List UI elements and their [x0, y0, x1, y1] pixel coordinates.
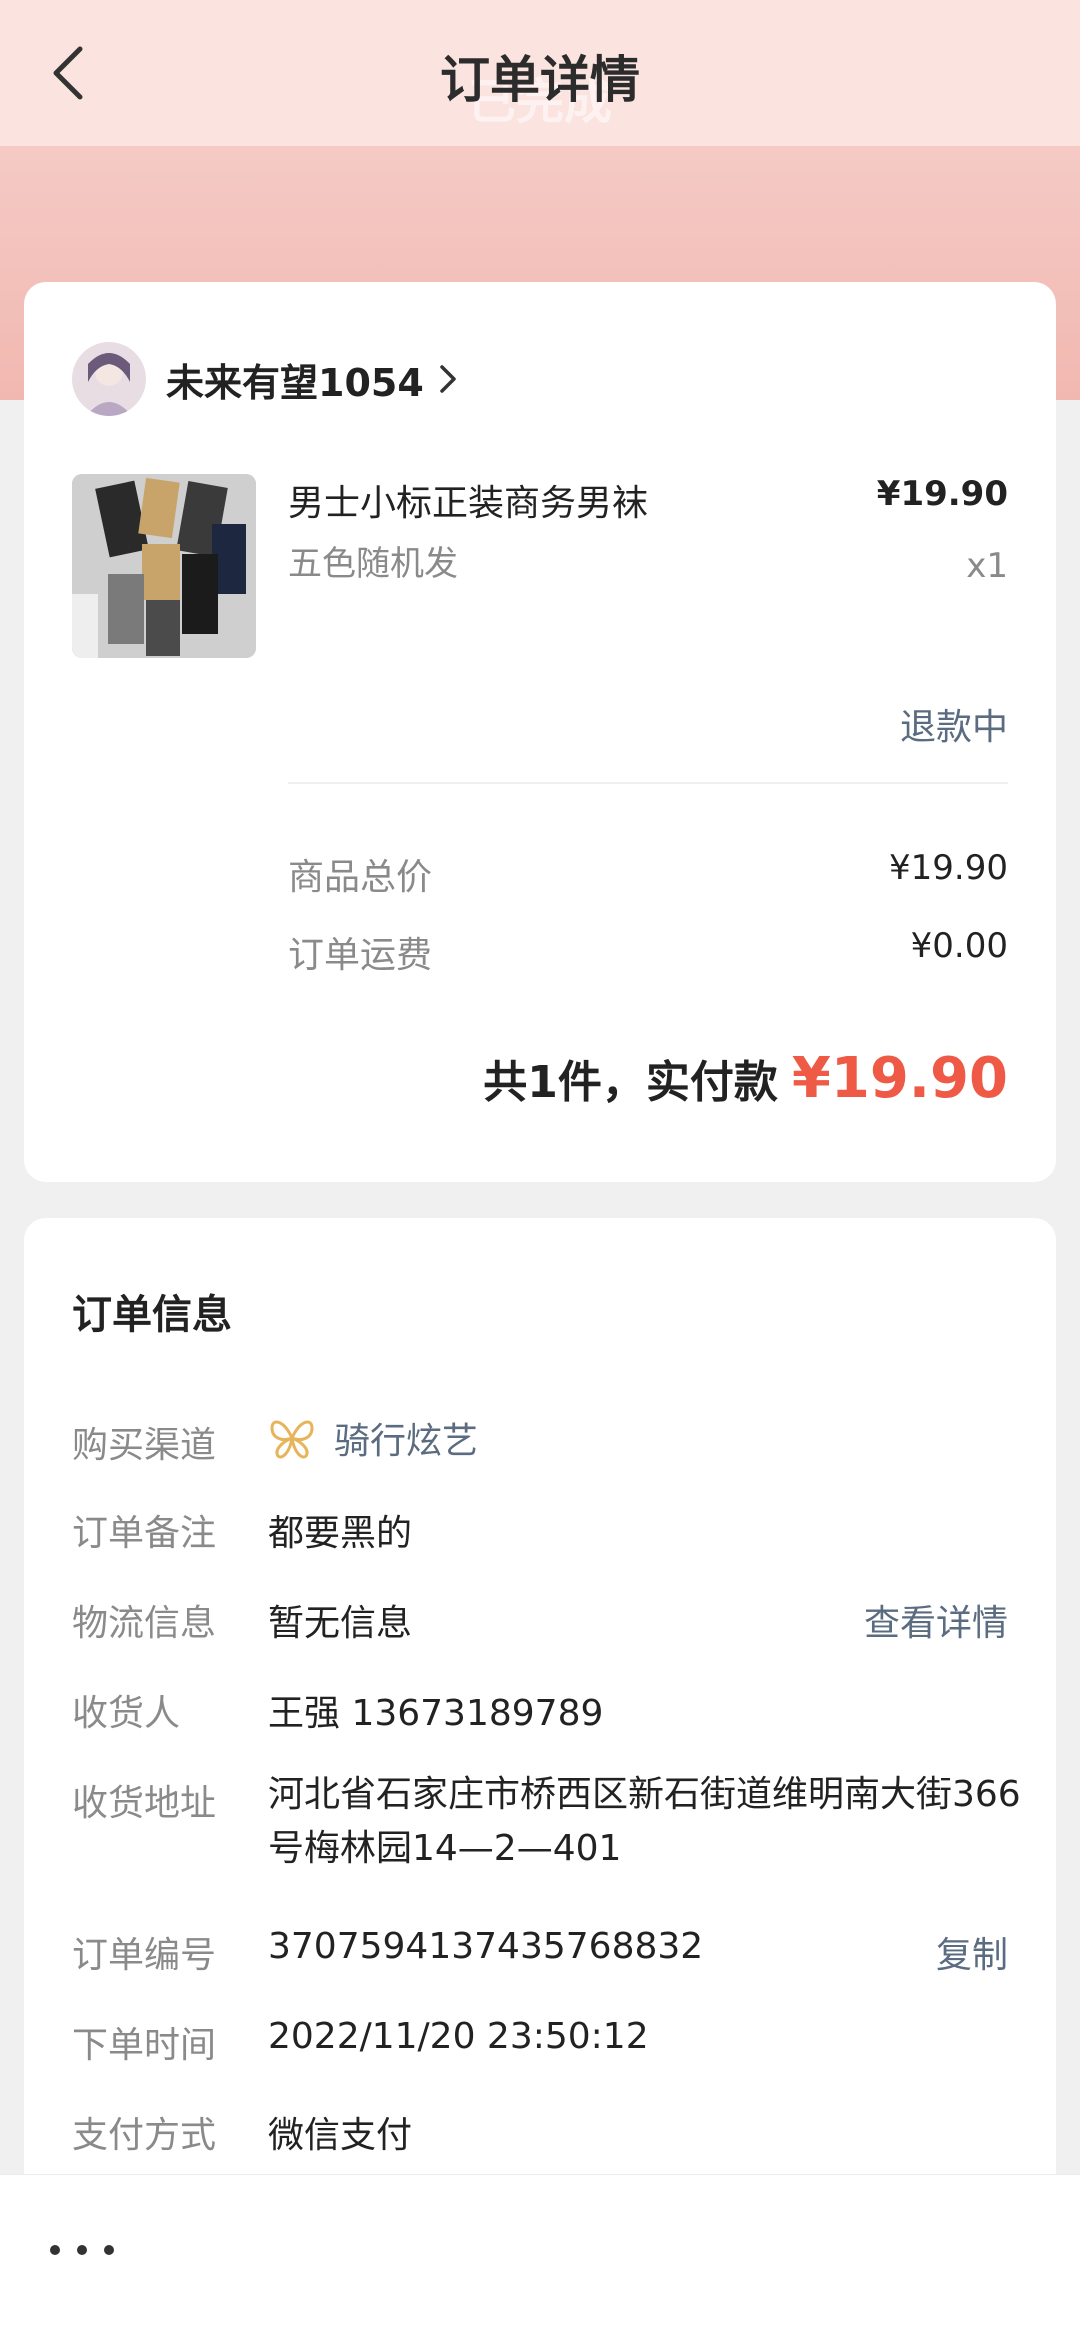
butterfly-logo-icon [270, 1420, 314, 1459]
view-logistics-link[interactable]: 查看详情 [864, 1594, 1008, 1646]
logistics-label: 物流信息 [72, 1603, 217, 1644]
more-dots-icon[interactable] [50, 2235, 114, 2265]
note-value: 都要黑的 [268, 1513, 413, 1554]
shipping-fee-value: ¥0.00 [910, 926, 1008, 966]
logistics-value: 暂无信息 [268, 1603, 413, 1644]
total-paid-label: 共1件，实付款 [483, 1057, 778, 1108]
product-price: ¥19.90 [876, 474, 1008, 514]
order-time-label: 下单时间 [72, 2025, 217, 2066]
top-bar: 已完成 订单详情 [0, 0, 1080, 146]
goods-total-value: ¥19.90 [889, 848, 1008, 888]
product-image[interactable] [72, 474, 256, 658]
order-info-title: 订单信息 [72, 1292, 232, 1338]
product-quantity: x1 [966, 546, 1008, 586]
total-paid-row: 共1件，实付款 ¥19.90 [483, 1046, 1008, 1111]
shipping-fee-label: 订单运费 [288, 935, 433, 976]
channel-label: 购买渠道 [72, 1425, 217, 1466]
receiver-value: 王强 13673189789 [268, 1693, 604, 1734]
payment-method-value: 微信支付 [268, 2115, 413, 2156]
address-label: 收货地址 [72, 1783, 217, 1824]
channel-link[interactable]: 骑行炫艺 [268, 1412, 478, 1464]
receiver-label: 收货人 [72, 1693, 181, 1734]
product-spec: 五色随机发 [288, 544, 458, 584]
shop-name: 未来有望1054 [166, 360, 424, 405]
order-info-card: 订单信息 购买渠道 骑行炫艺 订单备注 都要黑的 物流信息 暂无信息 查看详情 … [24, 1218, 1056, 2332]
channel-name: 骑行炫艺 [334, 1421, 479, 1462]
payment-method-label: 支付方式 [72, 2115, 217, 2156]
note-label: 订单备注 [72, 1513, 217, 1554]
copy-order-number-button[interactable]: 复制 [936, 1926, 1008, 1978]
total-paid-amount: ¥19.90 [791, 1046, 1008, 1111]
product-name[interactable]: 男士小标正装商务男袜 [288, 474, 648, 526]
avatar [72, 342, 146, 416]
order-time-value: 2022/11/20 23:50:12 [268, 2016, 649, 2057]
page-title: 订单详情 [440, 51, 640, 109]
bottom-action-bar [0, 2174, 1080, 2333]
chevron-right-icon [438, 363, 458, 395]
refund-status-link[interactable]: 退款中 [900, 698, 1008, 750]
address-value: 河北省石家庄市桥西区新石街道维明南大街366号梅林园14—2—401 [268, 1774, 1021, 1869]
shop-link[interactable]: 未来有望1054 [72, 342, 458, 416]
divider [288, 782, 1008, 784]
order-number-label: 订单编号 [72, 1935, 217, 1976]
order-product-card: 未来有望1054 男士小标正装商务男袜 五色随机发 ¥19.90 x1 退款中 … [24, 282, 1056, 1182]
order-number-value: 3707594137435768832 [268, 1926, 704, 1967]
goods-total-label: 商品总价 [288, 857, 433, 898]
